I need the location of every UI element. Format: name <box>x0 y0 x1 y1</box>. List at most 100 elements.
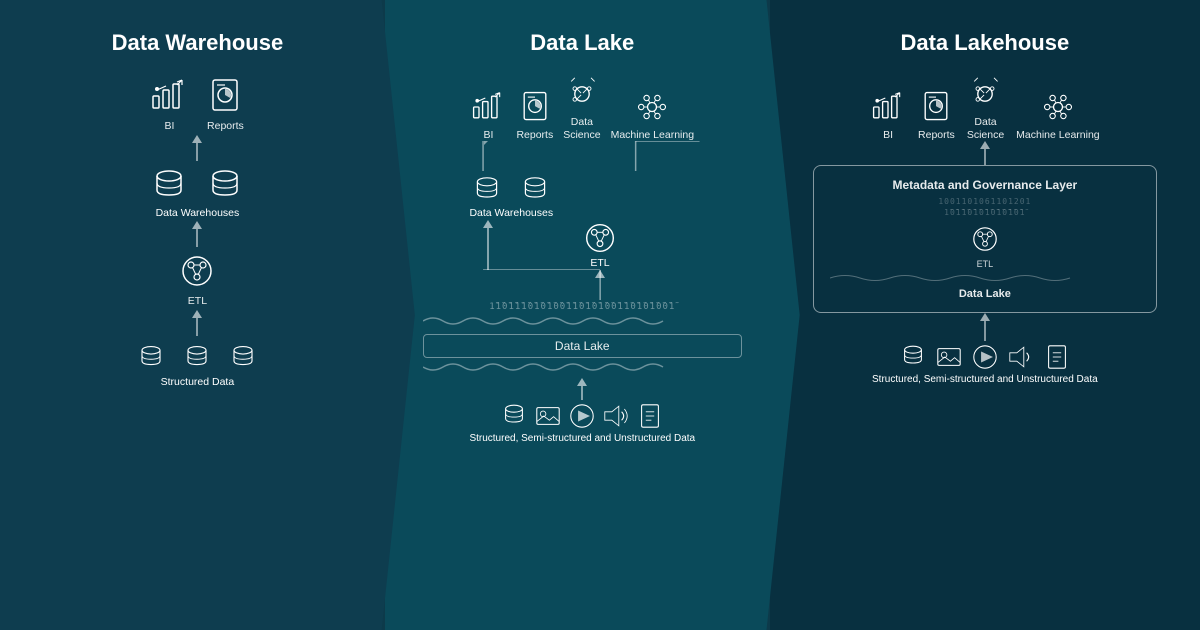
dlh-title: Data Lakehouse <box>790 30 1180 56</box>
dlh-lake-inside-gov: Data Lake <box>830 288 1139 300</box>
reports-icon <box>205 76 245 116</box>
dlh-reports-label: Reports <box>918 129 955 142</box>
dl-ml-icon <box>634 89 670 125</box>
dlh-etl-small-box: ETL <box>969 223 1001 269</box>
dl-reports-label: Reports <box>516 129 553 142</box>
etl-icon <box>177 251 217 291</box>
dlh-bi-label: BI <box>883 129 893 142</box>
dlh-ml-label: Machine Learning <box>1016 129 1099 142</box>
dl-bi-icon <box>470 89 506 125</box>
dl-sources-label: Structured, Semi-structured and Unstruct… <box>469 433 695 445</box>
data-warehouse-section: Data Warehouse BI <box>0 0 415 630</box>
dlh-binary-bg: 1001101061101201 1̃0̃1̃1̃0̃1̃0̃1̃0̃1̃0̃1… <box>830 196 1139 218</box>
dl-lake-area: 1̃1̃0̃1̃1̃1̃0̃1̃0̃1̃0̃0̃1̃1̃0̃1̃0̃1̃0̃0̃… <box>423 300 742 378</box>
dw-etl-label: ETL <box>188 295 207 308</box>
dlh-ml-box: Machine Learning <box>1016 89 1099 142</box>
dl-src-audio-icon <box>602 402 630 430</box>
dw-warehouse1-icon <box>149 165 189 205</box>
dw-title: Data Warehouse <box>20 30 375 56</box>
dl-sources-row <box>500 400 664 430</box>
db-source2-icon <box>182 340 212 374</box>
dl-lake-label: Data Lake <box>555 339 610 353</box>
dw-content: BI Reports <box>20 76 375 610</box>
dw-reports-icon-box: Reports <box>205 76 245 133</box>
dl-arrow-sources <box>577 378 587 400</box>
dl-title: Data Lake <box>405 30 760 56</box>
dlh-arrow2 <box>980 313 990 341</box>
data-lake-section: Data Lake BI <box>385 0 800 630</box>
dl-arrow-lake-etl <box>405 270 760 300</box>
dlh-reports-icon <box>918 89 954 125</box>
database-icon-2 <box>205 165 245 205</box>
dw-reports-label: Reports <box>207 120 244 133</box>
dw-warehouses-label: Data Warehouses <box>156 207 240 220</box>
dlh-governance-box: Metadata and Governance Layer 1001101061… <box>813 165 1156 312</box>
dlh-sources-label: Structured, Semi-structured and Unstruct… <box>872 374 1098 386</box>
dlh-reports-box: Reports <box>918 89 955 142</box>
dl-datascience-icon <box>564 76 600 112</box>
dl-ml-label: Machine Learning <box>611 129 694 142</box>
dl-warehouses-row <box>471 171 551 207</box>
dlh-content: BI Reports <box>790 76 1180 610</box>
dw-warehouse2-icon <box>205 165 245 205</box>
dl-reports-box: Reports <box>516 89 553 142</box>
dlh-etl-small-label: ETL <box>977 259 994 269</box>
db-source1-icon <box>136 340 166 374</box>
dlh-etl-small-icon <box>969 223 1001 255</box>
dw-bi-icon-box: BI <box>149 76 189 133</box>
dl-src-video-icon <box>568 402 596 430</box>
dl-output-row: BI Reports <box>470 76 694 141</box>
dw-arrow-2 <box>192 221 202 249</box>
dlh-bi-box: BI <box>870 89 906 142</box>
dlh-sources-row <box>899 341 1071 371</box>
dl-content: BI Reports <box>405 76 760 610</box>
dlh-src-audio-icon <box>1007 343 1035 371</box>
dl-datascience-label: DataScience <box>563 116 600 141</box>
dlh-gov-wave <box>830 273 1139 283</box>
dl-db1-icon <box>471 171 503 207</box>
dw-structured-label: Structured Data <box>161 376 235 389</box>
dl-wave-svg2 <box>423 361 742 373</box>
dlh-src-video-icon <box>971 343 999 371</box>
data-lakehouse-section: Data Lakehouse BI <box>770 0 1200 630</box>
dl-bi-box: BI <box>470 89 506 142</box>
dlh-ds-icon <box>967 76 1003 112</box>
dl-binary-wave: 1̃1̃0̃1̃1̃1̃0̃1̃0̃1̃0̃0̃1̃1̃0̃1̃0̃1̃0̃0̃… <box>423 302 742 312</box>
dl-db2-icon <box>519 171 551 207</box>
dw-etl-icon-box: ETL <box>177 251 217 308</box>
dl-reports-icon <box>517 89 553 125</box>
dw-warehouses-row <box>149 165 245 205</box>
db-source3-icon <box>228 340 258 374</box>
dlh-bi-icon <box>870 89 906 125</box>
dlh-datascience-box: DataScience <box>967 76 1004 141</box>
dl-arrow-svg2 <box>405 270 760 300</box>
dlh-ml-icon <box>1040 89 1076 125</box>
dl-dw-label: Data Warehouses <box>469 207 553 220</box>
dlh-src-db-icon <box>899 341 927 371</box>
dl-ml-box: Machine Learning <box>611 89 694 142</box>
dw-sources-row <box>136 340 258 374</box>
dl-src-doc-icon <box>636 402 664 430</box>
dl-wave-svg <box>423 315 742 327</box>
dl-lines-svg <box>405 141 760 171</box>
dl-connector-etl <box>405 220 760 270</box>
dl-etl-row: ETL <box>405 220 760 270</box>
dlh-arrow1 <box>980 141 990 165</box>
dl-dw-group: Data Warehouses <box>423 171 600 220</box>
dw-output-row: BI Reports <box>149 76 245 133</box>
database-icon <box>149 165 189 205</box>
dw-arrow-1 <box>192 135 202 163</box>
dlh-etl-in-gov: ETL <box>830 223 1139 269</box>
dw-bi-label: BI <box>164 120 174 133</box>
dlh-src-doc-icon <box>1043 343 1071 371</box>
dl-src-img-icon <box>534 402 562 430</box>
dl-bi-label: BI <box>483 129 493 142</box>
dlh-ds-label: DataScience <box>967 116 1004 141</box>
dlh-governance-label: Metadata and Governance Layer <box>830 178 1139 192</box>
bi-chart-icon <box>149 76 189 116</box>
dlh-output-row: BI Reports <box>870 76 1100 141</box>
dl-src-db-icon <box>500 400 528 430</box>
dw-arrow-3 <box>192 310 202 338</box>
dl-datascience-box: DataScience <box>563 76 600 141</box>
dl-lake-box: Data Lake <box>423 334 742 358</box>
